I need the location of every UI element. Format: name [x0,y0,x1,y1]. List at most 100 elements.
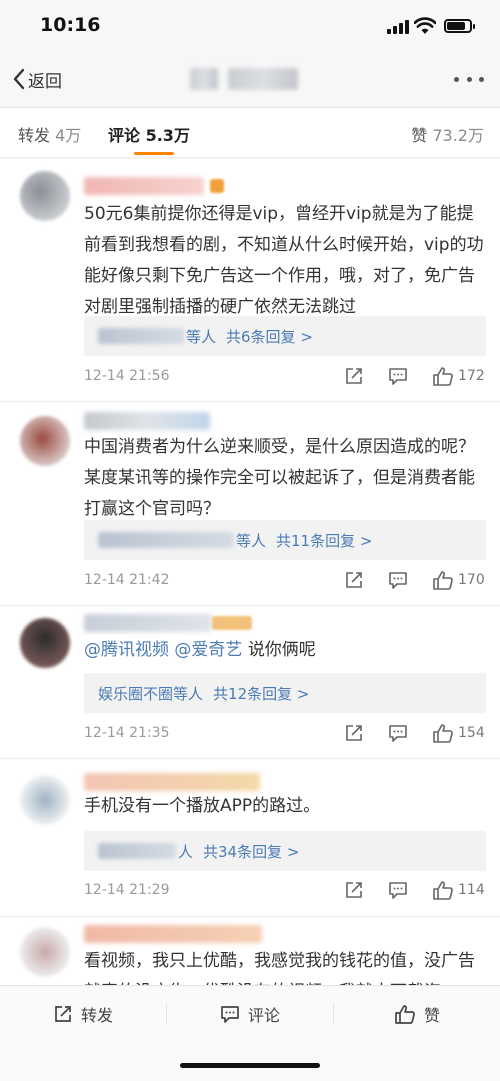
avatar[interactable] [20,927,70,977]
username-blurred[interactable] [84,412,210,430]
comment-time: 12-14 21:35 [84,725,170,741]
share-button[interactable] [344,570,364,590]
back-button[interactable]: 返回 [12,65,62,93]
repost-button[interactable]: 转发 [0,986,166,1041]
chevron-left-icon [13,68,25,90]
thumbs-up-icon [395,1004,415,1024]
comment-button[interactable]: 评论 [167,986,333,1041]
comment-text: 50元6集前提你还得是vip，曾经开vip就是为了能提前看到我想看的剧，不知道从… [84,204,484,317]
user-badge-icon [212,616,252,630]
comment-label: 评论 [247,1005,280,1025]
thumbs-up-icon [433,724,453,743]
comment-list: 50元6集前提你还得是vip，曾经开vip就是为了能提前看到我想看的剧，不知道从… [0,159,500,985]
share-icon [346,882,362,898]
reply-names-blurred [98,328,184,344]
mention-link[interactable]: @腾讯视频 [84,640,169,660]
reply-summary[interactable]: 等人 共11条回复 > [84,520,486,560]
comment-item: 中国消费者为什么逆来顺受，是什么原因造成的呢？某度某讯等的操作完全可以被起诉了，… [0,402,500,606]
like-button[interactable]: 170 [432,570,486,590]
reply-names-blurred [98,843,176,859]
comment-time: 12-14 21:56 [84,368,170,384]
status-bar: 10:16 [0,0,500,50]
comment-text: 看视频，我只上优酷，我感觉我的钱花的值，没广告就真的没广告，优酷没有的视频，我就… [84,951,475,985]
comment-icon [389,572,407,589]
reply-summary[interactable]: 人 共34条回复 > [84,831,486,871]
thumbs-up-icon [433,367,453,386]
reply-button[interactable] [388,366,408,386]
share-icon [346,368,362,384]
share-button[interactable] [344,366,364,386]
view-replies-link[interactable]: 共11条回复 > [276,530,372,551]
comment-item: 手机没有一个播放APP的路过。 人 共34条回复 > 12-14 21:29 1… [0,759,500,917]
comment-icon [389,368,407,385]
battery-icon [444,19,475,33]
like-button[interactable]: 114 [432,880,486,900]
comment-icon [389,882,407,899]
status-time: 10:16 [40,14,101,36]
tab-repost[interactable]: 转发 4万 [18,122,81,146]
username-blurred[interactable] [84,925,262,943]
tab-bar: 转发 4万 评论 5.3万 赞 73.2万 [0,108,500,158]
comment-item: 看视频，我只上优酷，我感觉我的钱花的值，没广告就真的没广告，优酷没有的视频，我就… [0,917,500,985]
user-badge-icon [210,179,224,193]
battery-level [447,22,465,30]
share-button[interactable] [344,880,364,900]
like-post-button[interactable]: 赞 [334,986,500,1041]
username-blurred[interactable] [84,773,260,791]
like-count: 172 [458,368,485,384]
like-button[interactable]: 172 [432,366,486,386]
more-options-button[interactable] [454,68,484,90]
comment-text: @腾讯视频 @爱奇艺 说你俩呢 [84,640,316,660]
home-indicator[interactable] [180,1063,320,1068]
home-indicator-area [0,1041,500,1081]
comment-icon [221,1005,239,1023]
comment-time: 12-14 21:29 [84,882,170,898]
comment-meta: 12-14 21:56 172 [84,365,486,387]
view-replies-link[interactable]: 共12条回复 > [213,683,309,704]
avatar[interactable] [20,416,70,466]
comment-icon [389,725,407,742]
reply-summary[interactable]: 娱乐圈不圈 等人 共12条回复 > [84,673,486,713]
comment-meta: 12-14 21:42 170 [84,569,486,591]
view-replies-link[interactable]: 共6条回复 > [226,326,313,347]
share-button[interactable] [344,723,364,743]
more-dot-icon [479,76,484,82]
wifi-icon [414,17,436,34]
like-count: 154 [458,725,485,741]
username-blurred[interactable] [84,177,204,195]
more-dot-icon [454,76,459,82]
avatar[interactable] [20,618,70,668]
bottom-action-bar: 转发 评论 赞 [0,985,500,1041]
like-count: 114 [458,882,485,898]
tab-comment[interactable]: 评论 5.3万 [108,122,190,146]
reply-summary[interactable]: 等人 共6条回复 > [84,316,486,356]
like-label: 赞 [423,1005,440,1025]
username-blurred[interactable] [84,614,212,632]
comment-text: 中国消费者为什么逆来顺受，是什么原因造成的呢？某度某讯等的操作完全可以被起诉了，… [84,437,475,519]
repost-label: 转发 [80,1005,113,1025]
reply-button[interactable] [388,570,408,590]
tab-like[interactable]: 赞 73.2万 [411,122,484,146]
avatar[interactable] [20,775,70,825]
reply-names: 娱乐圈不圈 [98,684,174,703]
share-icon [55,1005,71,1022]
mention-link[interactable]: @爱奇艺 [174,640,242,660]
view-replies-link[interactable]: 共34条回复 > [203,841,299,862]
comment-time: 12-14 21:42 [84,572,170,588]
reply-button[interactable] [388,880,408,900]
comment-item: @腾讯视频 @爱奇艺 说你俩呢 娱乐圈不圈 等人 共12条回复 > 12-14 … [0,606,500,759]
like-button[interactable]: 154 [432,723,486,743]
back-label: 返回 [28,71,62,92]
thumbs-up-icon [433,571,453,590]
signal-icon [387,20,409,34]
comment-item: 50元6集前提你还得是vip，曾经开vip就是为了能提前看到我想看的剧，不知道从… [0,159,500,402]
reply-button[interactable] [388,723,408,743]
active-tab-indicator [134,152,174,155]
comment-meta: 12-14 21:35 154 [84,722,486,744]
reply-names-blurred [98,532,234,548]
avatar[interactable] [20,171,70,221]
page-title-blurred [190,68,298,90]
thumbs-up-icon [433,881,453,900]
share-icon [346,725,362,741]
comment-text: 手机没有一个播放APP的路过。 [84,796,321,816]
